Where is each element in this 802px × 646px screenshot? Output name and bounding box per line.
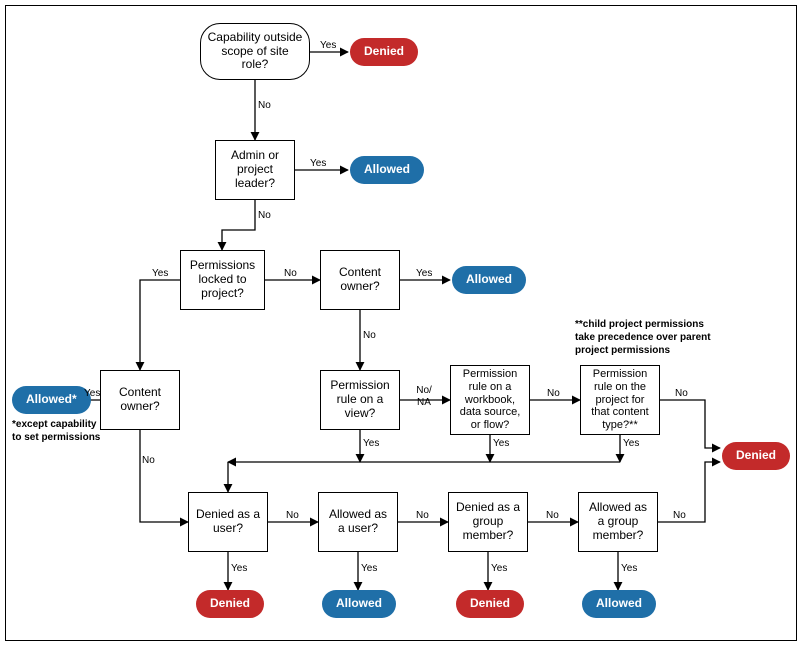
node-permissions-locked: Permissions locked to project? (180, 250, 265, 310)
node-rule-on-view: Permission rule on a view? (320, 370, 400, 430)
edge-label: No (258, 100, 271, 112)
edge-label: No (363, 330, 376, 342)
edge-label: Yes (363, 438, 379, 450)
edge-label: No (675, 388, 688, 400)
node-admin-or-leader: Admin or project leader? (215, 140, 295, 200)
edge-label: Yes (320, 40, 336, 52)
flowchart-frame: Capability outside scope of site role? A… (0, 0, 802, 646)
edge-label: Yes (361, 563, 377, 575)
node-content-owner-unlocked: Content owner? (320, 250, 400, 310)
edge-label: No (547, 388, 560, 400)
terminal-denied-scope: Denied (350, 38, 418, 66)
edge-label: Yes (231, 563, 247, 575)
node-capability-scope: Capability outside scope of site role? (200, 23, 310, 80)
terminal-allowed-group: Allowed (582, 590, 656, 618)
edge-label: Yes (152, 268, 168, 280)
edge-label: Yes (416, 268, 432, 280)
terminal-allowed-admin: Allowed (350, 156, 424, 184)
edge-label: No (416, 510, 429, 522)
node-rule-on-project: Permission rule on the project for that … (580, 365, 660, 435)
edge-label: Yes (84, 388, 100, 400)
node-content-owner-locked: Content owner? (100, 370, 180, 430)
footnote-child-project: **child project permissions take precede… (575, 318, 720, 357)
edge-label: No (546, 510, 559, 522)
terminal-denied-final: Denied (722, 442, 790, 470)
node-denied-as-user: Denied as a user? (188, 492, 268, 552)
node-allowed-as-group: Allowed as a group member? (578, 492, 658, 552)
edge-label: Yes (621, 563, 637, 575)
terminal-allowed-owner-locked: Allowed* (12, 386, 91, 414)
edge-label: No (142, 455, 155, 467)
edge-label: Yes (493, 438, 509, 450)
node-rule-on-workbook: Permission rule on a workbook, data sour… (450, 365, 530, 435)
node-allowed-as-user: Allowed as a user? (318, 492, 398, 552)
edge-label: No/ NA (410, 385, 438, 408)
terminal-allowed-user: Allowed (322, 590, 396, 618)
footnote-except-capability: *except capability to set permissions (12, 418, 107, 444)
edge-label: Yes (623, 438, 639, 450)
edge-label: No (673, 510, 686, 522)
node-denied-as-group: Denied as a group member? (448, 492, 528, 552)
edge-label: No (258, 210, 271, 222)
terminal-allowed-owner: Allowed (452, 266, 526, 294)
edge-label: Yes (491, 563, 507, 575)
terminal-denied-user: Denied (196, 590, 264, 618)
terminal-denied-group: Denied (456, 590, 524, 618)
edge-label: No (286, 510, 299, 522)
edge-label: Yes (310, 158, 326, 170)
edge-label: No (284, 268, 297, 280)
